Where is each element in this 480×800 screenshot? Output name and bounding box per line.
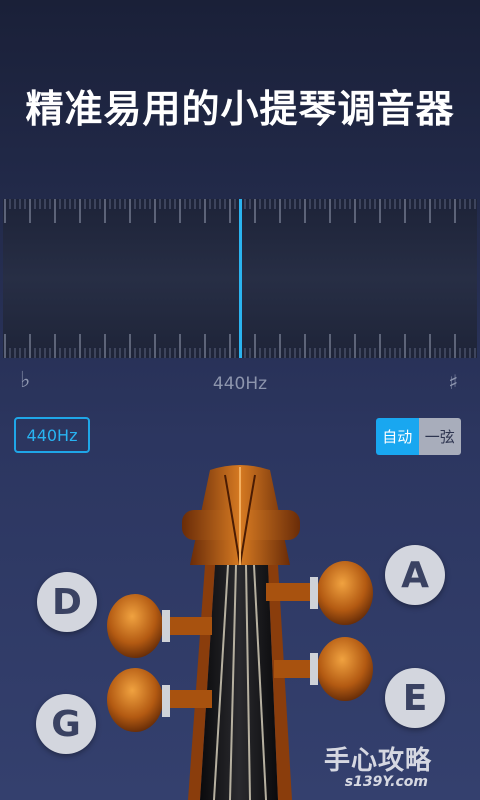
watermark-domain: s139Y.com bbox=[344, 774, 428, 790]
reference-pitch-button[interactable]: 440Hz bbox=[14, 417, 90, 453]
reference-pitch-label: 440Hz bbox=[26, 425, 78, 445]
string-a-button[interactable]: A bbox=[385, 545, 445, 605]
tuner-scale bbox=[3, 199, 477, 358]
string-e-button[interactable]: E bbox=[385, 668, 445, 728]
single-string-mode-button[interactable]: 一弦 bbox=[418, 418, 461, 455]
watermark: 手心攻略 s139Y.com bbox=[306, 740, 466, 790]
string-g-button[interactable]: G bbox=[36, 694, 96, 754]
watermark-title: 手心攻略 bbox=[323, 746, 432, 776]
mode-toggle[interactable]: 自动 一弦 bbox=[376, 418, 461, 455]
string-d-button[interactable]: D bbox=[37, 572, 97, 632]
frequency-readout: 440Hz bbox=[212, 374, 268, 394]
sharp-symbol-icon: ♯ bbox=[448, 370, 458, 394]
tuner-needle bbox=[239, 199, 242, 358]
app-headline: 精准易用的小提琴调音器 bbox=[25, 87, 455, 131]
auto-mode-button[interactable]: 自动 bbox=[376, 418, 419, 455]
